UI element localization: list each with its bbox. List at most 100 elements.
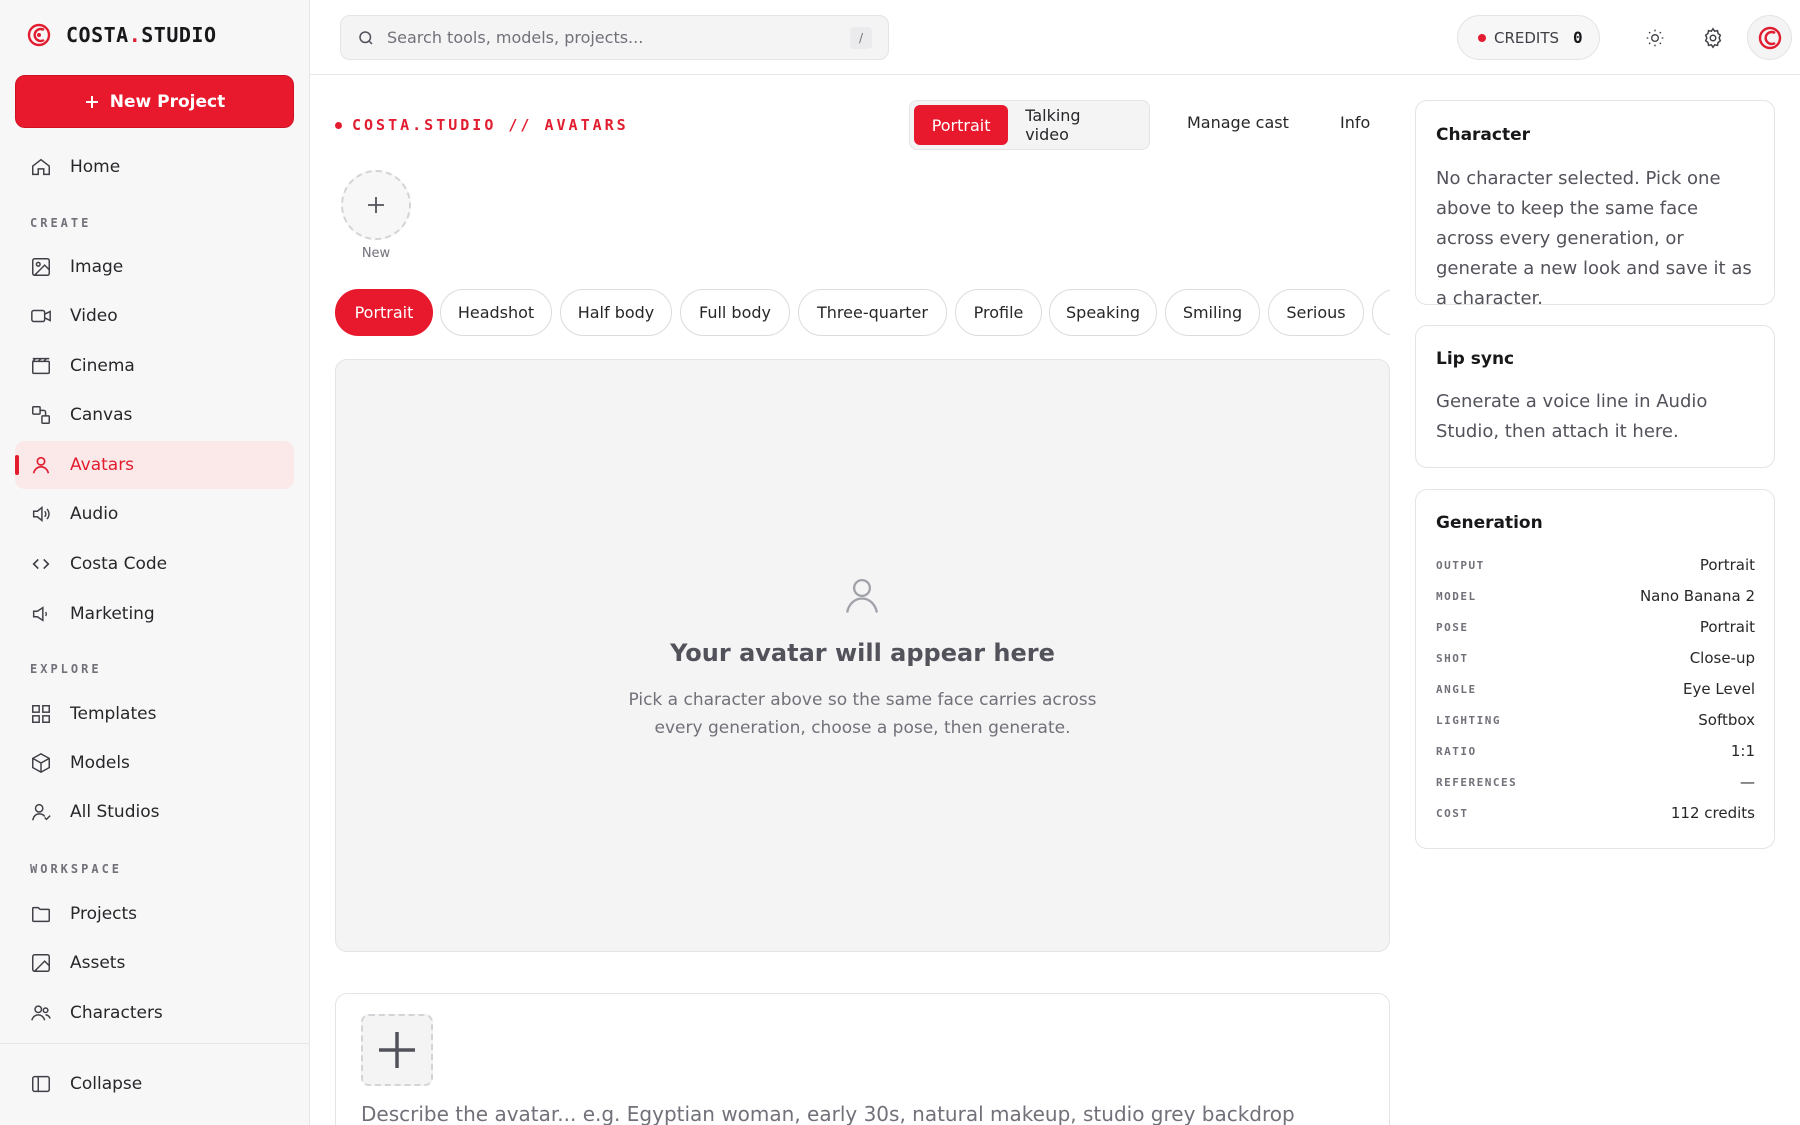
user-icon — [32, 456, 50, 474]
speaker-icon — [32, 506, 50, 522]
account-avatar[interactable] — [1747, 15, 1792, 60]
brand-name: COSTA.STUDIO — [66, 23, 217, 47]
generation-row-cost: COST 112 credits — [1436, 804, 1755, 822]
megaphone-icon — [32, 606, 48, 622]
add-reference-button[interactable] — [361, 1014, 433, 1086]
mode-switch: Portrait Talking video — [909, 100, 1150, 150]
plus-icon — [368, 197, 384, 213]
search-shortcut: / — [850, 26, 872, 49]
lip-sync-card-title: Lip sync — [1436, 349, 1515, 369]
new-character-button[interactable] — [341, 170, 411, 240]
chip-serious[interactable]: Serious — [1268, 289, 1364, 336]
generation-row-lighting: LIGHTING Softbox — [1436, 711, 1755, 729]
generation-card: Generation OUTPUT Portrait MODEL Nano Bana… — [1415, 489, 1775, 849]
gear-icon — [1704, 27, 1721, 48]
users-icon — [31, 1005, 51, 1021]
sidebar-item-projects[interactable]: Projects — [15, 890, 294, 938]
credits-value: 0 — [1573, 28, 1583, 47]
new-character-label: New — [361, 246, 391, 261]
video-icon — [31, 309, 51, 323]
grid-icon — [32, 705, 50, 723]
generation-row-pose: POSE Portrait — [1436, 618, 1755, 636]
sun-icon — [1646, 29, 1663, 46]
sidebar-item-models[interactable]: Models — [15, 739, 294, 787]
image-icon — [32, 258, 50, 276]
character-card-title: Character — [1436, 125, 1531, 145]
sidebar-item-marketing[interactable]: Marketing — [15, 590, 294, 638]
generation-row-ratio: RATIO 1:1 — [1436, 742, 1755, 760]
chip-half-body[interactable]: Half body — [560, 289, 672, 336]
sidebar-item-templates[interactable]: Templates — [15, 690, 294, 738]
sidebar-item-assets[interactable]: Assets — [15, 939, 294, 987]
theme-toggle-button[interactable] — [1632, 15, 1677, 60]
chip-full-body[interactable]: Full body — [680, 289, 790, 336]
chip-three-quarter[interactable]: Three-quarter — [798, 289, 947, 336]
empty-state-text: Pick a character above so the same face … — [628, 690, 1097, 738]
sidebar-item-avatars[interactable]: Avatars — [15, 441, 294, 489]
chip-smiling[interactable]: Smiling — [1165, 289, 1260, 336]
sidebar-item-characters[interactable]: Characters — [15, 989, 294, 1037]
empty-state-title: Your avatar will appear here — [670, 639, 1055, 667]
generation-row-output: OUTPUT Portrait — [1436, 556, 1755, 574]
sidebar-item-canvas[interactable]: Canvas — [15, 391, 294, 439]
section-label-explore: EXPLORE — [30, 662, 102, 676]
breadcrumb-text: COSTA.STUDIO // AVATARS — [352, 116, 629, 134]
breadcrumb-dot — [335, 121, 342, 129]
manage-cast-button[interactable]: Manage cast — [1187, 113, 1289, 132]
search-placeholder: Search tools, models, projects... — [387, 28, 644, 47]
user-icon — [846, 578, 878, 613]
info-button[interactable]: Info — [1340, 113, 1370, 132]
clapperboard-icon — [32, 357, 50, 375]
topbar: Search tools, models, projects... / CRED… — [310, 0, 1800, 75]
character-card: Character No character selected. Pick on… — [1415, 100, 1775, 309]
generation-row-angle: ANGLE Eye Level — [1436, 680, 1755, 698]
sidebar-item-cinema[interactable]: Cinema — [15, 342, 294, 390]
chip-portrait[interactable]: Portrait — [335, 289, 433, 336]
brand-logo[interactable]: COSTA.STUDIO — [26, 22, 217, 48]
credits-label: CREDITS — [1494, 28, 1560, 47]
sidebar-item-home[interactable]: Home — [15, 143, 294, 191]
search-input[interactable]: Search tools, models, projects... / — [340, 15, 889, 60]
credits-dot — [1478, 33, 1486, 42]
sidebar-item-image[interactable]: Image — [15, 243, 294, 291]
cube-icon — [32, 752, 50, 774]
code-icon — [32, 558, 50, 570]
pose-chips: Portrait Headshot Half body Full body Th… — [335, 289, 1390, 337]
generation-card-title: Generation — [1436, 513, 1543, 533]
chip-speaking[interactable]: Speaking — [1049, 289, 1157, 336]
chip-profile[interactable]: Profile — [955, 289, 1042, 336]
generation-row-shot: SHOT Close-up — [1436, 649, 1755, 667]
tab-portrait[interactable]: Portrait — [914, 105, 1009, 145]
sidebar-collapse-icon — [32, 1075, 50, 1093]
chip-overflow[interactable] — [1372, 289, 1390, 336]
sidebar-item-video[interactable]: Video — [15, 292, 294, 340]
plus-icon — [85, 95, 98, 108]
chip-headshot[interactable]: Headshot — [440, 289, 552, 336]
costa-logo-icon — [1758, 26, 1781, 49]
tab-talking-video[interactable]: Talking video — [1008, 105, 1145, 145]
avatar-preview-canvas: Your avatar will appear here Pick a char… — [335, 359, 1390, 952]
lip-sync-card-body: Generate a voice line in Audio Studio, t… — [1436, 391, 1708, 442]
folder-icon — [32, 906, 50, 923]
sidebar-item-costa-code[interactable]: Costa Code — [15, 540, 294, 588]
sidebar-divider — [0, 1043, 310, 1044]
settings-button[interactable] — [1690, 15, 1735, 60]
search-icon — [359, 30, 373, 45]
collapse-button[interactable]: Collapse — [15, 1060, 294, 1108]
canvas-icon — [32, 406, 50, 424]
costa-logo-icon — [27, 23, 51, 47]
breadcrumb: COSTA.STUDIO // AVATARS — [335, 116, 629, 134]
generation-row-model: MODEL Nano Banana 2 — [1436, 587, 1755, 605]
image-icon — [32, 954, 50, 972]
character-card-body: No character selected. Pick one above to… — [1436, 168, 1752, 309]
sidebar-item-all-studios[interactable]: All Studios — [15, 788, 294, 836]
sidebar-item-audio[interactable]: Audio — [15, 490, 294, 538]
prompt-input[interactable]: Describe the avatar... e.g. Egyptian wom… — [361, 1102, 1295, 1125]
credits-badge[interactable]: CREDITS 0 — [1457, 15, 1600, 60]
plus-icon — [379, 1032, 415, 1068]
prompt-composer: Describe the avatar... e.g. Egyptian wom… — [335, 993, 1390, 1125]
section-label-create: CREATE — [30, 216, 92, 230]
sidebar: COSTA.STUDIO New Project Home CREATE Ima… — [0, 0, 310, 1125]
new-project-button[interactable]: New Project — [15, 75, 294, 128]
section-label-workspace: WORKSPACE — [30, 862, 123, 876]
